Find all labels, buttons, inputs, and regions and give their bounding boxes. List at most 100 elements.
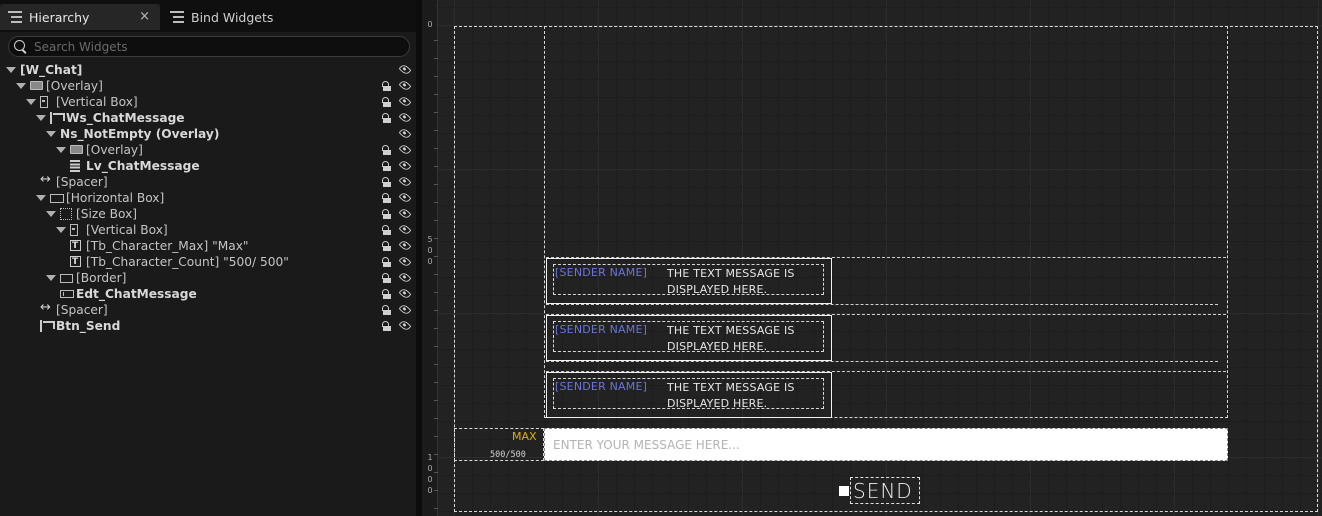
tree-row[interactable]: [Vertical Box] [0, 222, 416, 238]
tree-row[interactable]: Edt_ChatMessage [0, 286, 416, 302]
lock-icon[interactable] [381, 193, 391, 203]
visibility-eye-icon[interactable] [398, 159, 412, 172]
lock-icon[interactable] [381, 273, 391, 283]
visibility-eye-icon[interactable] [398, 143, 412, 156]
ruler-tick [434, 94, 438, 95]
expand-arrow-icon[interactable] [36, 115, 46, 121]
ruler-tick [434, 112, 438, 113]
expand-arrow-icon[interactable] [16, 83, 26, 89]
ruler-number: 0 [427, 486, 433, 495]
send-button[interactable]: SEND [839, 477, 920, 504]
tree-row[interactable]: [Horizontal Box] [0, 190, 416, 206]
visibility-eye-icon[interactable] [398, 271, 412, 284]
hierarchy-panel: Hierarchy × Bind Widgets [W_Chat] [Overla… [0, 0, 416, 516]
visibility-eye-icon[interactable] [398, 127, 412, 140]
expand-arrow-icon[interactable] [26, 99, 36, 105]
tree-row[interactable]: [Border] [0, 270, 416, 286]
horizontal-box-icon [50, 194, 64, 203]
search-input[interactable] [34, 39, 394, 54]
lock-icon[interactable] [381, 177, 391, 187]
ruler-tick [434, 364, 438, 365]
tab-bind-widgets-label: Bind Widgets [191, 9, 274, 25]
visibility-eye-icon[interactable] [398, 319, 412, 332]
lock-icon[interactable] [381, 321, 391, 331]
visibility-eye-icon[interactable] [398, 191, 412, 204]
tree-row[interactable]: Ns_NotEmpty (Overlay) [0, 126, 416, 142]
message-text: THE TEXT MESSAGE IS DISPLAYED HERE. [667, 266, 795, 297]
ruler-number: 0 [427, 246, 433, 255]
visibility-eye-icon[interactable] [398, 303, 412, 316]
lock-icon[interactable] [381, 289, 391, 299]
tab-bind-widgets[interactable]: Bind Widgets [162, 4, 312, 30]
widget-switcher-icon [50, 112, 65, 124]
tree-row[interactable]: Lv_ChatMessage [0, 158, 416, 174]
visibility-eye-icon[interactable] [398, 255, 412, 268]
lock-icon[interactable] [381, 97, 391, 107]
lock-icon[interactable] [381, 257, 391, 267]
visibility-eye-icon[interactable] [398, 207, 412, 220]
lock-icon[interactable] [381, 241, 391, 251]
message-row-separator [546, 361, 1218, 362]
expand-arrow-icon[interactable] [46, 211, 56, 217]
expand-arrow-icon[interactable] [46, 131, 56, 137]
chat-message-input[interactable] [545, 429, 1227, 460]
ruler-number: 0 [427, 464, 433, 473]
expand-arrow-icon[interactable] [56, 147, 66, 153]
ruler-tick [434, 400, 438, 401]
lock-icon[interactable] [381, 81, 391, 91]
visibility-eye-icon[interactable] [398, 63, 412, 76]
visibility-eye-icon[interactable] [398, 95, 412, 108]
lock-icon[interactable] [381, 161, 391, 171]
tree-row[interactable]: [Vertical Box] [0, 94, 416, 110]
ruler-tick [434, 76, 438, 77]
tree-row[interactable]: [Tb_Character_Max] "Max" [0, 238, 416, 254]
tree-row[interactable]: [W_Chat] [0, 62, 416, 78]
ruler-tick [434, 238, 438, 239]
selection-handle-icon [839, 486, 849, 496]
ruler-number: 0 [427, 20, 433, 29]
tree-row[interactable]: Btn_Send [0, 318, 416, 334]
visibility-eye-icon[interactable] [398, 287, 412, 300]
message-text-line-2: DISPLAYED HERE. [667, 282, 768, 296]
lock-icon[interactable] [381, 145, 391, 155]
designer-canvas[interactable]: 0 5 0 0 1 0 0 0 [SENDER NAME] THE TEXT MESSAGE I… [422, 0, 1322, 516]
ruler-tick [434, 382, 438, 383]
ruler-tick [434, 292, 438, 293]
close-icon[interactable]: × [139, 9, 150, 24]
message-text-line-2: DISPLAYED HERE. [667, 396, 768, 410]
tree-row[interactable]: [Size Box] [0, 206, 416, 222]
tree-row-label: Btn_Send [56, 319, 121, 333]
tree-row[interactable]: [Spacer] [0, 172, 416, 190]
tree-row-label: [Spacer] [56, 303, 108, 317]
ruler-tick [434, 220, 438, 221]
tree-row-label: [Tb_Character_Max] "Max" [86, 239, 249, 253]
ruler-tick [434, 508, 438, 509]
border-icon [60, 274, 73, 283]
lock-icon[interactable] [381, 209, 391, 219]
tree-row-label: [W_Chat] [20, 63, 83, 77]
ruler-tick [434, 274, 438, 275]
expand-arrow-icon[interactable] [56, 227, 66, 233]
expand-arrow-icon[interactable] [46, 275, 56, 281]
lock-icon[interactable] [381, 305, 391, 315]
tab-hierarchy[interactable]: Hierarchy × [0, 4, 160, 30]
visibility-eye-icon[interactable] [398, 111, 412, 124]
tree-row[interactable]: [Tb_Character_Count] "500/ 500" [0, 254, 416, 270]
tree-row[interactable]: [Overlay] [0, 142, 416, 158]
tab-hierarchy-label: Hierarchy [29, 9, 90, 25]
visibility-eye-icon[interactable] [398, 79, 412, 92]
tree-row[interactable]: Ws_ChatMessage [0, 110, 416, 126]
sender-name: [SENDER NAME] [555, 323, 648, 336]
visibility-eye-icon[interactable] [398, 223, 412, 236]
chat-message-input-box [544, 428, 1228, 461]
visibility-eye-icon[interactable] [398, 239, 412, 252]
lock-icon[interactable] [381, 113, 391, 123]
tree-row[interactable]: [Spacer] [0, 300, 416, 318]
overlay-icon [30, 81, 43, 90]
expand-arrow-icon[interactable] [6, 67, 16, 73]
ruler-tick [434, 418, 438, 419]
tree-row[interactable]: [Overlay] [0, 78, 416, 94]
expand-arrow-icon[interactable] [36, 195, 46, 201]
lock-icon[interactable] [381, 225, 391, 235]
visibility-eye-icon[interactable] [398, 175, 412, 188]
